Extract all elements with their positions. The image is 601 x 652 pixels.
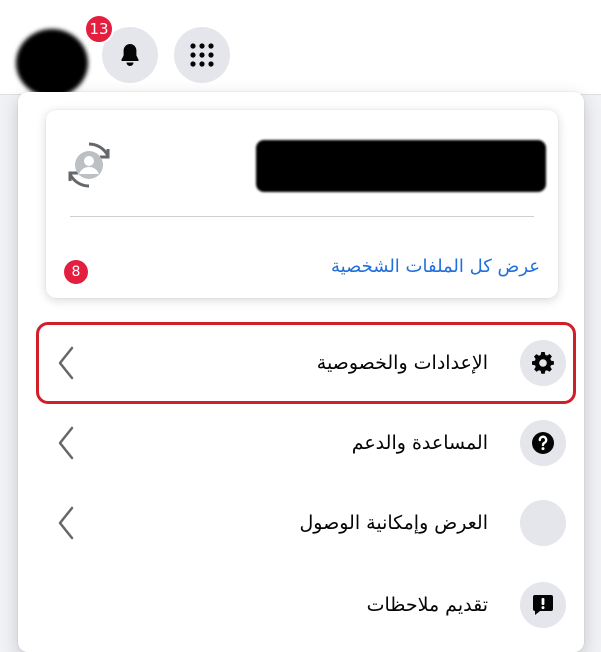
notifications-badge: 13 (84, 14, 114, 44)
profiles-count-badge: 8 (64, 260, 88, 284)
menu-item-help-support[interactable]: المساعدة والدعم (18, 407, 584, 479)
profile-card: عرض كل الملفات الشخصية 8 (46, 110, 558, 298)
moon-icon-wrap (520, 500, 566, 546)
divider (70, 216, 534, 217)
menu-item-label: تقديم ملاحظات (366, 594, 488, 616)
feedback-icon (533, 595, 553, 615)
grid-menu-icon (190, 43, 214, 67)
feedback-icon-wrap (520, 582, 566, 628)
chevron-left-icon (58, 506, 74, 540)
menu-item-give-feedback[interactable]: تقديم ملاحظات (18, 569, 584, 641)
profile-name-redacted[interactable] (256, 140, 546, 192)
chevron-left-icon (58, 426, 74, 460)
moon-icon (535, 512, 546, 534)
switch-profile-icon[interactable] (64, 140, 114, 190)
help-icon (532, 432, 554, 454)
menu-grid-button[interactable] (174, 27, 230, 83)
help-icon-wrap (520, 420, 566, 466)
menu-item-label: العرض وإمكانية الوصول (299, 512, 488, 534)
bell-icon (121, 44, 139, 66)
menu-item-display-accessibility[interactable]: العرض وإمكانية الوصول (18, 487, 584, 559)
see-all-profiles-link[interactable]: عرض كل الملفات الشخصية (331, 256, 540, 277)
top-bar (0, 0, 601, 95)
highlight-box (36, 322, 576, 404)
menu-item-label: المساعدة والدعم (351, 432, 488, 454)
account-avatar[interactable] (16, 29, 88, 97)
